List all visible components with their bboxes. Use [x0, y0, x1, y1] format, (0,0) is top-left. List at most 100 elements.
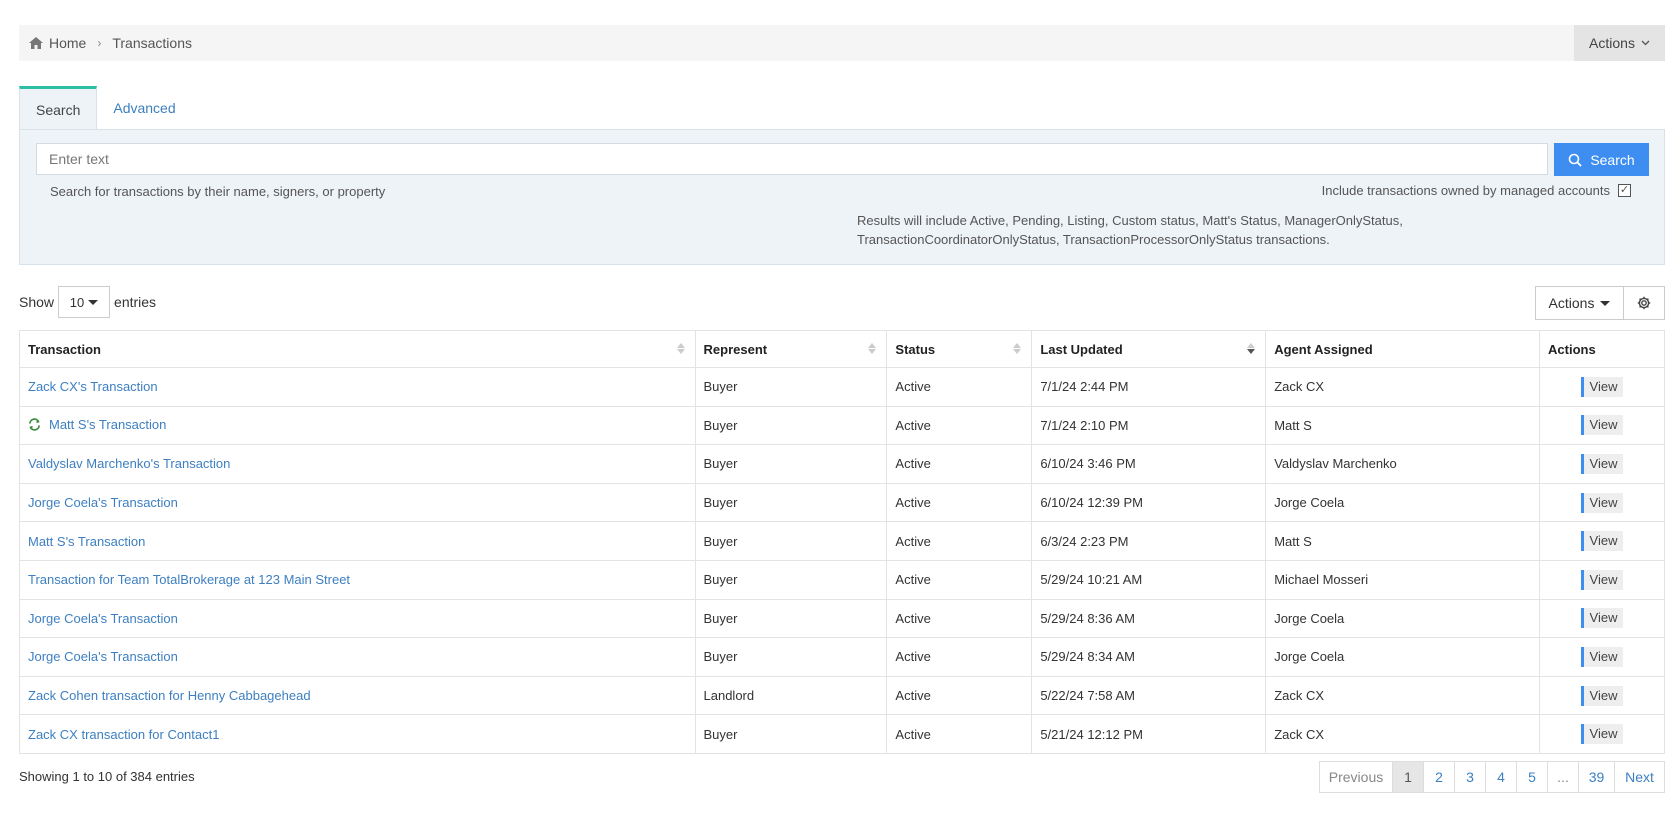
page-button[interactable]: 2: [1423, 762, 1454, 792]
transaction-link[interactable]: Zack CX's Transaction: [28, 379, 158, 394]
cell-last-updated: 5/21/24 12:12 PM: [1031, 714, 1267, 754]
search-input[interactable]: [36, 143, 1548, 175]
cell-last-updated: 5/29/24 8:36 AM: [1031, 598, 1267, 639]
view-button[interactable]: View: [1580, 569, 1624, 590]
cell-actions: View: [1539, 637, 1665, 677]
transaction-name: Jorge Coela's Transaction: [28, 495, 178, 511]
table-actions-label: Actions: [1548, 295, 1595, 311]
table-actions-dropdown[interactable]: Actions: [1535, 286, 1624, 320]
cell-represent: Buyer: [694, 521, 888, 561]
cell-status: Active: [886, 405, 1033, 446]
table-settings-button[interactable]: [1624, 286, 1665, 320]
cell-represent: Buyer: [694, 367, 888, 407]
sync-icon: [29, 418, 40, 431]
transaction-link[interactable]: Matt S's Transaction: [28, 534, 145, 549]
cell-status: Active: [886, 482, 1033, 523]
page-button[interactable]: 5: [1516, 762, 1547, 792]
page-button-current[interactable]: 1: [1392, 762, 1423, 792]
cell-status: Active: [886, 675, 1033, 716]
cell-agent: Valdyslav Marchenko: [1265, 444, 1541, 484]
tab-search[interactable]: Search: [19, 86, 98, 130]
tab-advanced[interactable]: Advanced: [97, 86, 191, 130]
column-header-agent-assigned: Agent Assigned: [1265, 330, 1541, 368]
transaction-link[interactable]: Jorge Coela's Transaction: [28, 495, 178, 510]
table-row: Zack Cohen transaction for Henny Cabbage…: [19, 675, 1665, 716]
transaction-link[interactable]: Transaction for Team TotalBrokerage at 1…: [28, 572, 350, 587]
pagination: Previous 1 2 3 4 5... 39 Next: [1319, 761, 1665, 793]
cell-last-updated: 5/29/24 8:34 AM: [1031, 637, 1267, 677]
view-button[interactable]: View: [1580, 531, 1624, 552]
entries-select[interactable]: 10: [58, 286, 111, 318]
pagination-previous[interactable]: Previous: [1320, 762, 1392, 792]
search-panel: Search Search for transactions by their …: [19, 129, 1665, 265]
view-button[interactable]: View: [1580, 376, 1624, 397]
search-hint: Search for transactions by their name, s…: [50, 184, 386, 199]
view-button[interactable]: View: [1580, 685, 1624, 706]
entries-suffix: entries: [114, 294, 157, 310]
cell-represent: Buyer: [694, 637, 888, 677]
cell-status: Active: [886, 521, 1033, 561]
column-header-status[interactable]: Status: [886, 330, 1033, 368]
include-managed-label: Include transactions owned by managed ac…: [1321, 183, 1610, 198]
view-button[interactable]: View: [1580, 608, 1624, 629]
view-button[interactable]: View: [1580, 415, 1624, 436]
transaction-name: Transaction for Team TotalBrokerage at 1…: [28, 572, 351, 588]
header-actions-button[interactable]: Actions: [1574, 25, 1665, 61]
table-row: Valdyslav Marchenko's Transaction Buyer Ac…: [19, 444, 1665, 484]
cell-agent: Matt S: [1265, 405, 1541, 446]
include-managed-checkbox[interactable]: ✓: [1618, 184, 1631, 197]
cell-actions: View: [1539, 675, 1665, 716]
sort-icon: [1013, 343, 1022, 354]
transaction-name: Matt S's Transaction: [49, 416, 167, 432]
column-header-label: Status: [895, 341, 936, 357]
cell-transaction: Jorge Coela's Transaction: [19, 637, 696, 677]
pagination-ellipsis: ...: [1547, 762, 1578, 792]
view-button[interactable]: View: [1580, 492, 1624, 513]
table-body: Zack CX's Transaction Buyer Active 7/1/24 2…: [19, 367, 1665, 754]
breadcrumb-home[interactable]: Home: [29, 35, 86, 51]
cell-agent: Jorge Coela: [1265, 482, 1541, 523]
transaction-link[interactable]: Jorge Coela's Transaction: [28, 611, 178, 626]
showing-info: Showing 1 to 10 of 384 entries: [19, 769, 195, 784]
cell-status: Active: [886, 637, 1033, 677]
view-button[interactable]: View: [1580, 646, 1624, 667]
transactions-page: Home › Transactions Actions Search Advan…: [0, 0, 1679, 822]
column-header-label: Agent Assigned: [1274, 341, 1373, 357]
table-row: Jorge Coela's Transaction Buyer Active 5/29…: [19, 598, 1665, 639]
view-button[interactable]: View: [1580, 453, 1624, 474]
page-button[interactable]: 3: [1454, 762, 1485, 792]
cell-transaction: Zack Cohen transaction for Henny Cabbage…: [19, 675, 696, 716]
cell-actions: View: [1539, 444, 1665, 484]
cell-actions: View: [1539, 405, 1665, 446]
transaction-link[interactable]: Jorge Coela's Transaction: [28, 649, 178, 664]
column-header-label: Actions: [1548, 341, 1596, 357]
cell-actions: View: [1539, 367, 1665, 407]
view-button[interactable]: View: [1580, 724, 1624, 745]
cell-transaction: Matt S's Transaction: [19, 521, 696, 561]
transaction-link[interactable]: Zack CX transaction for Contact1: [28, 727, 219, 742]
table-row: Jorge Coela's Transaction Buyer Active 6/10…: [19, 482, 1665, 523]
gear-icon: [1637, 296, 1651, 310]
page-button[interactable]: 4: [1485, 762, 1516, 792]
cell-actions: View: [1539, 559, 1665, 600]
column-header-last-updated[interactable]: Last Updated: [1031, 330, 1267, 368]
cell-transaction: Transaction for Team TotalBrokerage at 1…: [19, 559, 696, 600]
table-header-row: Transaction Represent Status Last Update…: [19, 330, 1665, 368]
column-header-label: Last Updated: [1040, 341, 1123, 357]
transaction-name: Jorge Coela's Transaction: [28, 610, 178, 626]
transaction-link[interactable]: Zack Cohen transaction for Henny Cabbage…: [28, 688, 311, 703]
show-label: Show: [19, 294, 55, 310]
cell-represent: Buyer: [694, 714, 888, 754]
search-button-label: Search: [1590, 151, 1635, 168]
column-header-represent[interactable]: Represent: [694, 330, 888, 368]
pagination-next[interactable]: Next: [1614, 762, 1664, 792]
cell-agent: Matt S: [1265, 521, 1541, 561]
transaction-name: Zack Cohen transaction for Henny Cabbage…: [28, 688, 311, 704]
search-button[interactable]: Search: [1554, 143, 1649, 176]
transaction-link[interactable]: Valdyslav Marchenko's Transaction: [28, 456, 230, 471]
page-button[interactable]: 39: [1578, 762, 1614, 792]
column-header-transaction[interactable]: Transaction: [19, 330, 696, 368]
transaction-link[interactable]: Matt S's Transaction: [28, 417, 166, 432]
cell-actions: View: [1539, 521, 1665, 561]
home-icon: [29, 37, 43, 49]
